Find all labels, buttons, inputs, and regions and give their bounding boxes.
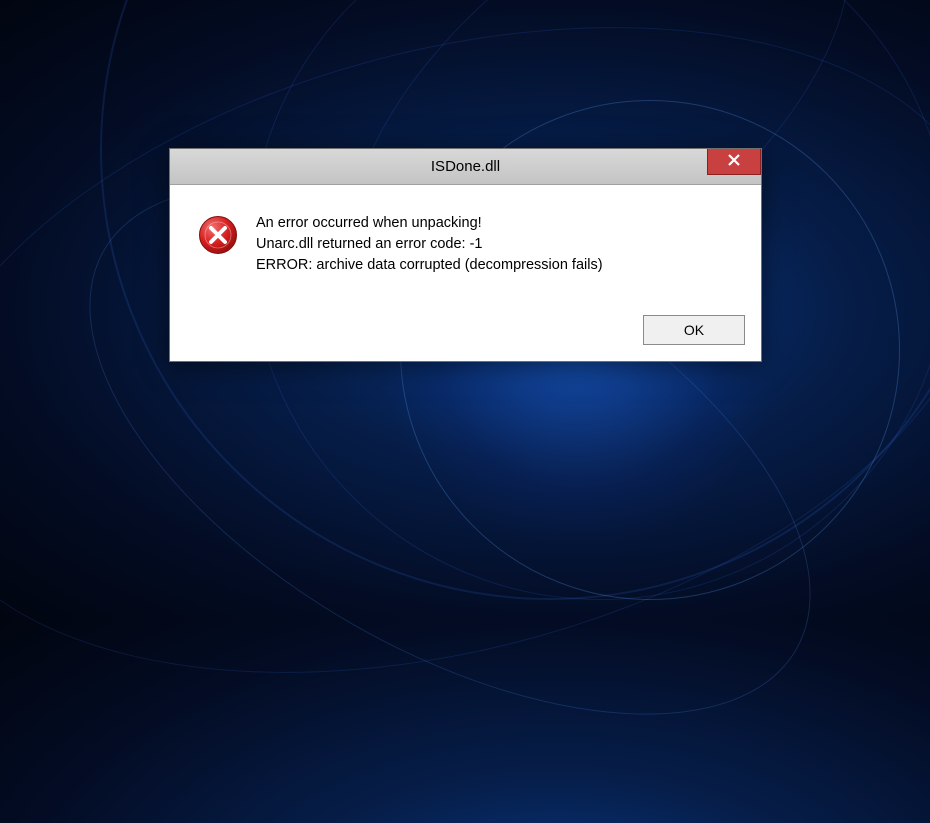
close-icon [728, 153, 740, 171]
error-message-line: An error occurred when unpacking! [256, 213, 603, 234]
error-message-line: ERROR: archive data corrupted (decompres… [256, 255, 603, 276]
dialog-body: An error occurred when unpacking! Unarc.… [170, 185, 761, 315]
dialog-title: ISDone.dll [431, 158, 500, 175]
error-message: An error occurred when unpacking! Unarc.… [256, 213, 603, 276]
background-decoration [0, 0, 930, 782]
error-message-line: Unarc.dll returned an error code: -1 [256, 234, 603, 255]
error-dialog: ISDone.dll [169, 148, 762, 362]
error-icon [198, 215, 238, 255]
ok-button[interactable]: OK [643, 315, 745, 345]
dialog-titlebar[interactable]: ISDone.dll [170, 149, 761, 185]
dialog-footer: OK [170, 315, 761, 361]
close-button[interactable] [707, 149, 761, 175]
